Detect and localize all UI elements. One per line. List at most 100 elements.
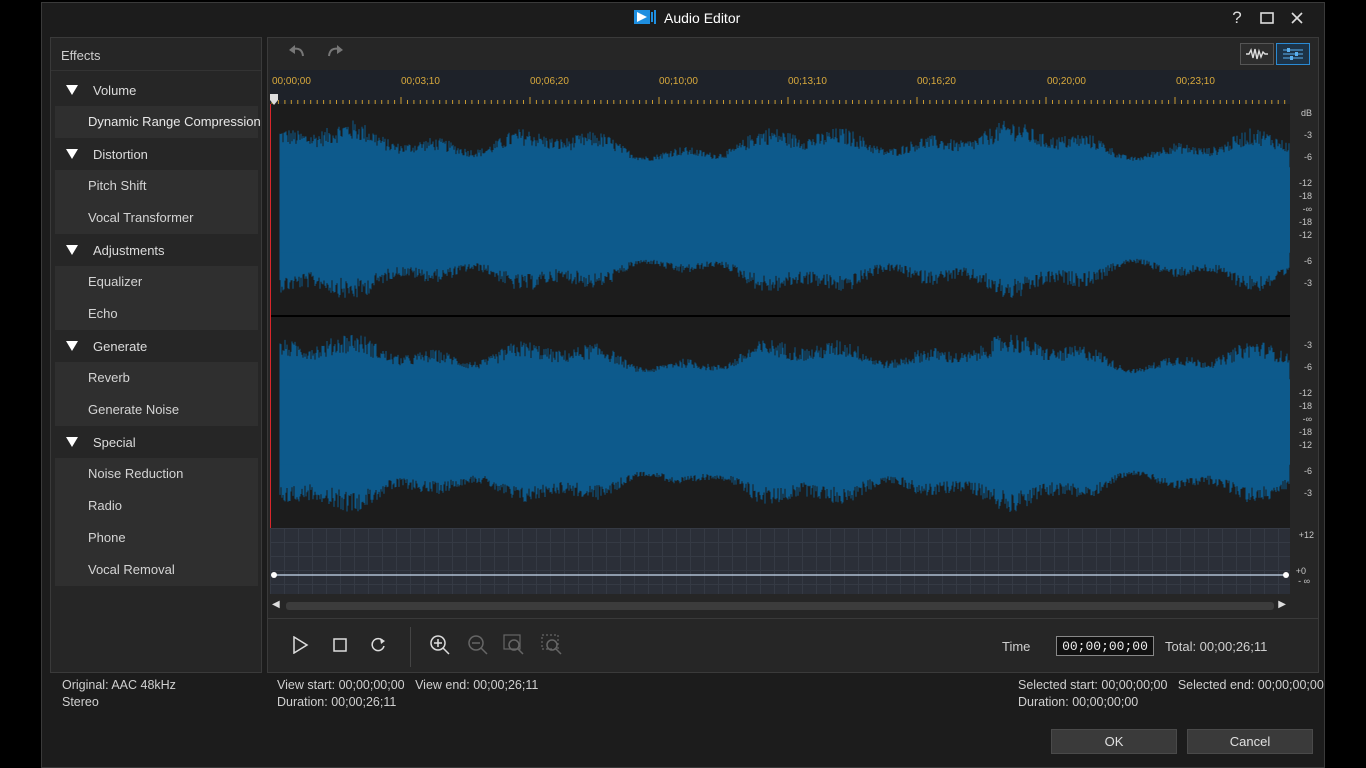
effect-vocal-transformer[interactable]: Vocal Transformer [55, 202, 258, 234]
effects-header: Effects [51, 38, 261, 71]
title: Audio Editor [634, 8, 740, 28]
stop-icon [333, 638, 347, 652]
undo-button[interactable] [288, 44, 306, 65]
waveform-icon [1246, 48, 1268, 60]
effect-vocal-removal[interactable]: Vocal Removal [55, 554, 258, 586]
repeat-icon [371, 637, 385, 652]
db-label: -6 [1303, 362, 1312, 372]
db-label: -3 [1303, 130, 1312, 140]
mixer-view-button[interactable] [1276, 43, 1310, 65]
horizontal-scrollbar[interactable]: ◀ ▶ [270, 598, 1290, 612]
title-bar: Audio Editor ? [42, 3, 1324, 33]
collapse-triangle-icon [66, 149, 78, 159]
window-title: Audio Editor [664, 10, 741, 26]
db-scale: dB -3 -6 -12 -18 -∞ -18 -12 -6 -3 -3 -6 … [1290, 104, 1318, 528]
channel-mode: Stereo [62, 695, 99, 709]
original-format: Original: AAC 48kHz [62, 678, 176, 692]
play-button[interactable] [288, 633, 312, 657]
equalizer-sliders-icon [1283, 48, 1303, 60]
scroll-left-icon[interactable]: ◀ [272, 599, 280, 610]
audio-info: Original: AAC 48kHz Stereo [62, 677, 176, 711]
db-label: -3 [1303, 340, 1312, 350]
zoom-fit-icon [541, 634, 562, 655]
db-label: -12 [1298, 388, 1312, 398]
volume-scale: +12 +0 - ∞ [1290, 528, 1318, 594]
volume-scale-label: +0 [1295, 566, 1306, 576]
db-label: -18 [1298, 427, 1312, 437]
db-label: -18 [1298, 401, 1312, 411]
effect-noise-reduction[interactable]: Noise Reduction [55, 458, 258, 490]
help-button[interactable]: ? [1228, 7, 1246, 29]
volume-scale-label: +12 [1298, 530, 1314, 540]
waveform-area[interactable] [269, 104, 1290, 528]
selection-info: Selected start: 00;00;00;00 Selected end… [1018, 677, 1324, 711]
effects-list: Volume Dynamic Range Compression Distort… [55, 74, 261, 586]
category-distortion[interactable]: Distortion [55, 138, 258, 170]
waveform-view-button[interactable] [1240, 43, 1274, 65]
db-unit: dB [1300, 108, 1312, 118]
db-label: -3 [1303, 488, 1312, 498]
effect-phone[interactable]: Phone [55, 522, 258, 554]
effect-equalizer[interactable]: Equalizer [55, 266, 258, 298]
volume-envelope-area[interactable] [270, 528, 1290, 594]
category-generate[interactable]: Generate [55, 330, 258, 362]
db-label: -3 [1303, 278, 1312, 288]
category-volume[interactable]: Volume [55, 74, 258, 106]
ok-button[interactable]: OK [1051, 729, 1177, 754]
db-label: -∞ [1302, 204, 1312, 214]
timeline-ruler[interactable]: 00;00;00 00;03;10 00;06;20 00;10;00 00;1… [270, 70, 1290, 104]
audio-editor-window: Audio Editor ? Effects Volume Dynamic Ra… [41, 2, 1325, 768]
db-label: -12 [1298, 230, 1312, 240]
db-label: -12 [1298, 440, 1312, 450]
effect-radio[interactable]: Radio [55, 490, 258, 522]
selected-end: Selected end: 00;00;00;00 [1177, 678, 1324, 692]
toolbar-separator [410, 627, 411, 667]
ruler-ticks [271, 97, 1286, 104]
effect-generate-noise[interactable]: Generate Noise [55, 394, 258, 426]
view-duration: Duration: 00;00;26;11 [277, 695, 397, 709]
scroll-right-icon[interactable]: ▶ [1278, 599, 1286, 610]
cancel-button[interactable]: Cancel [1187, 729, 1313, 754]
effect-reverb[interactable]: Reverb [55, 362, 258, 394]
close-button[interactable] [1288, 7, 1306, 29]
view-range-info: View start: 00;00;00;00 View end: 00;00;… [277, 677, 538, 711]
effect-dynamic-range-compression[interactable]: Dynamic Range Compression [55, 106, 261, 138]
effect-echo[interactable]: Echo [55, 298, 258, 330]
redo-icon [328, 45, 343, 57]
db-label: -6 [1303, 152, 1312, 162]
editor-toolbar [268, 38, 1318, 70]
zoom-in-icon [430, 635, 450, 655]
timecode-input[interactable]: 00;00;00;00 [1056, 636, 1154, 656]
volume-scale-label: - ∞ [1298, 576, 1310, 586]
zoom-in-button[interactable] [428, 633, 452, 657]
category-adjustments[interactable]: Adjustments [55, 234, 258, 266]
db-label: -6 [1303, 256, 1312, 266]
db-label: -∞ [1302, 414, 1312, 424]
effect-pitch-shift[interactable]: Pitch Shift [55, 170, 258, 202]
category-special[interactable]: Special [55, 426, 258, 458]
db-label: -18 [1298, 191, 1312, 201]
zoom-to-selection-button[interactable] [502, 633, 526, 657]
redo-button[interactable] [326, 44, 344, 65]
maximize-button[interactable] [1258, 7, 1276, 29]
zoom-selection-icon [503, 634, 524, 655]
collapse-triangle-icon [66, 85, 78, 95]
stop-button[interactable] [328, 633, 352, 657]
total-duration: Total: 00;00;26;11 [1165, 639, 1268, 654]
envelope-keyframe-start [271, 572, 277, 578]
db-label: -18 [1298, 217, 1312, 227]
playback-controls: Time 00;00;00;00 Total: 00;00;26;11 [268, 618, 1318, 673]
view-end: View end: 00;00;26;11 [415, 678, 539, 692]
scroll-thumb[interactable] [286, 602, 1274, 610]
volume-envelope [271, 572, 1289, 578]
waveform-display [269, 104, 1290, 528]
time-label: Time [1002, 639, 1031, 654]
close-icon [1291, 12, 1303, 24]
zoom-fit-button[interactable] [540, 633, 564, 657]
zoom-out-icon [468, 635, 488, 655]
view-start: View start: 00;00;00;00 [277, 678, 405, 692]
zoom-out-button[interactable] [466, 633, 490, 657]
loop-button[interactable] [366, 633, 390, 657]
playhead-marker-icon[interactable] [270, 94, 280, 106]
collapse-triangle-icon [66, 437, 78, 447]
